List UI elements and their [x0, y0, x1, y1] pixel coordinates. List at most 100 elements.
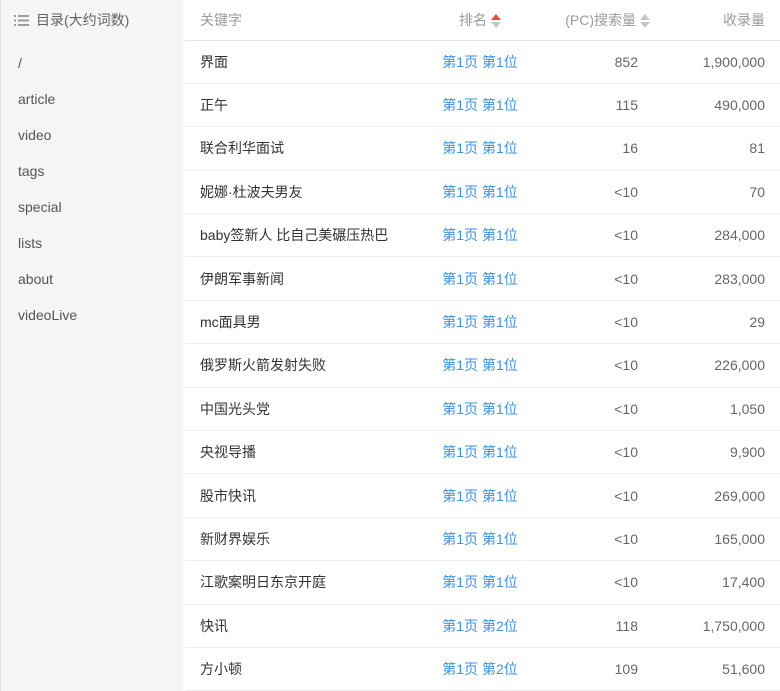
pc-volume-cell: <10	[545, 344, 650, 387]
rank-cell: 第1页 第1位	[415, 300, 545, 343]
table-row: 股市快讯 第1页 第1位 <10 269,000	[185, 474, 780, 517]
rank-cell: 第1页 第1位	[415, 83, 545, 126]
directory-sidebar: 目录(大约词数) / article video tags special li…	[0, 0, 183, 691]
sort-asc-icon[interactable]	[640, 14, 650, 20]
rank-cell: 第1页 第1位	[415, 214, 545, 257]
keyword-cell: 央视导播	[185, 431, 415, 474]
sidebar-title: 目录(大约词数)	[36, 10, 129, 30]
list-icon	[14, 14, 29, 27]
pc-volume-cell: <10	[545, 257, 650, 300]
keyword-cell: baby签新人 比自己美碾压热巴	[185, 214, 415, 257]
rank-link[interactable]: 第1页 第1位	[442, 97, 517, 113]
table-row: 界面 第1页 第1位 852 1,900,000	[185, 40, 780, 83]
rank-link[interactable]: 第1页 第1位	[442, 488, 517, 504]
pc-volume-cell: <10	[545, 561, 650, 604]
rank-link[interactable]: 第1页 第1位	[442, 227, 517, 243]
indexed-cell: 284,000	[650, 214, 780, 257]
indexed-cell: 29	[650, 300, 780, 343]
rank-cell: 第1页 第1位	[415, 561, 545, 604]
keyword-cell: 江歌案明日东京开庭	[185, 561, 415, 604]
keyword-cell: 中国光头党	[185, 387, 415, 430]
indexed-cell: 269,000	[650, 474, 780, 517]
table-row: baby签新人 比自己美碾压热巴 第1页 第1位 <10 284,000	[185, 214, 780, 257]
keyword-table: 关键字 排名 (PC)搜索量	[185, 0, 780, 691]
pc-volume-cell: 118	[545, 604, 650, 647]
indexed-cell: 51,600	[650, 647, 780, 690]
sort-asc-icon[interactable]	[491, 14, 501, 20]
pc-volume-cell: <10	[545, 474, 650, 517]
indexed-cell: 226,000	[650, 344, 780, 387]
table-header-row: 关键字 排名 (PC)搜索量	[185, 0, 780, 40]
rank-header-label: 排名	[459, 10, 487, 30]
keyword-table-panel: 关键字 排名 (PC)搜索量	[185, 0, 780, 691]
pc-volume-cell: 852	[545, 40, 650, 83]
rank-link[interactable]: 第1页 第1位	[442, 531, 517, 547]
indexed-cell: 17,400	[650, 561, 780, 604]
indexed-cell: 165,000	[650, 517, 780, 560]
keyword-cell: 伊朗军事新闻	[185, 257, 415, 300]
indexed-cell: 9,900	[650, 431, 780, 474]
keyword-cell: 妮娜·杜波夫男友	[185, 170, 415, 213]
table-row: 方小顿 第1页 第2位 109 51,600	[185, 647, 780, 690]
table-body: 界面 第1页 第1位 852 1,900,000 正午 第1页 第1位 115 …	[185, 40, 780, 691]
sidebar-item[interactable]: tags	[1, 153, 183, 189]
table-row: 联合利华面试 第1页 第1位 16 81	[185, 127, 780, 170]
rank-link[interactable]: 第1页 第1位	[442, 184, 517, 200]
rank-cell: 第1页 第1位	[415, 474, 545, 517]
sidebar-item[interactable]: article	[1, 81, 183, 117]
sidebar-item[interactable]: /	[1, 45, 183, 81]
keyword-cell: 界面	[185, 40, 415, 83]
indexed-cell: 81	[650, 127, 780, 170]
sort-desc-icon[interactable]	[640, 22, 650, 28]
pc-volume-cell: <10	[545, 387, 650, 430]
rank-link[interactable]: 第1页 第2位	[442, 661, 517, 677]
rank-cell: 第1页 第1位	[415, 127, 545, 170]
rank-link[interactable]: 第1页 第1位	[442, 444, 517, 460]
pc-volume-cell: <10	[545, 170, 650, 213]
table-row: 俄罗斯火箭发射失败 第1页 第1位 <10 226,000	[185, 344, 780, 387]
keyword-cell: mc面具男	[185, 300, 415, 343]
sidebar-item[interactable]: about	[1, 261, 183, 297]
sidebar-item[interactable]: video	[1, 117, 183, 153]
sidebar-item[interactable]: special	[1, 189, 183, 225]
pc-volume-cell: <10	[545, 300, 650, 343]
rank-link[interactable]: 第1页 第1位	[442, 140, 517, 156]
rank-cell: 第1页 第1位	[415, 170, 545, 213]
table-row: 江歌案明日东京开庭 第1页 第1位 <10 17,400	[185, 561, 780, 604]
table-row: 央视导播 第1页 第1位 <10 9,900	[185, 431, 780, 474]
table-row: 正午 第1页 第1位 115 490,000	[185, 83, 780, 126]
pc-volume-cell: 109	[545, 647, 650, 690]
column-header-keyword: 关键字	[185, 0, 415, 40]
rank-cell: 第1页 第1位	[415, 517, 545, 560]
pc-volume-sort-control[interactable]	[640, 14, 650, 28]
rank-link[interactable]: 第1页 第1位	[442, 401, 517, 417]
pc-volume-cell: <10	[545, 431, 650, 474]
rank-cell: 第1页 第1位	[415, 257, 545, 300]
pc-volume-header-label: (PC)搜索量	[565, 10, 636, 30]
indexed-cell: 1,900,000	[650, 40, 780, 83]
keyword-cell: 联合利华面试	[185, 127, 415, 170]
rank-link[interactable]: 第1页 第1位	[442, 357, 517, 373]
rank-link[interactable]: 第1页 第1位	[442, 314, 517, 330]
keyword-cell: 方小顿	[185, 647, 415, 690]
rank-link[interactable]: 第1页 第1位	[442, 54, 517, 70]
rank-link[interactable]: 第1页 第2位	[442, 618, 517, 634]
rank-cell: 第1页 第1位	[415, 387, 545, 430]
sort-desc-icon[interactable]	[491, 22, 501, 28]
table-row: 快讯 第1页 第2位 118 1,750,000	[185, 604, 780, 647]
table-row: 中国光头党 第1页 第1位 <10 1,050	[185, 387, 780, 430]
indexed-cell: 1,750,000	[650, 604, 780, 647]
rank-link[interactable]: 第1页 第1位	[442, 574, 517, 590]
sidebar-item[interactable]: lists	[1, 225, 183, 261]
column-header-rank: 排名	[415, 0, 545, 40]
pc-volume-cell: 115	[545, 83, 650, 126]
indexed-cell: 490,000	[650, 83, 780, 126]
rank-sort-control[interactable]	[491, 14, 501, 28]
rank-cell: 第1页 第1位	[415, 431, 545, 474]
rank-cell: 第1页 第1位	[415, 344, 545, 387]
pc-volume-cell: 16	[545, 127, 650, 170]
sidebar-item[interactable]: videoLive	[1, 297, 183, 333]
pc-volume-cell: <10	[545, 517, 650, 560]
indexed-cell: 1,050	[650, 387, 780, 430]
rank-link[interactable]: 第1页 第1位	[442, 271, 517, 287]
